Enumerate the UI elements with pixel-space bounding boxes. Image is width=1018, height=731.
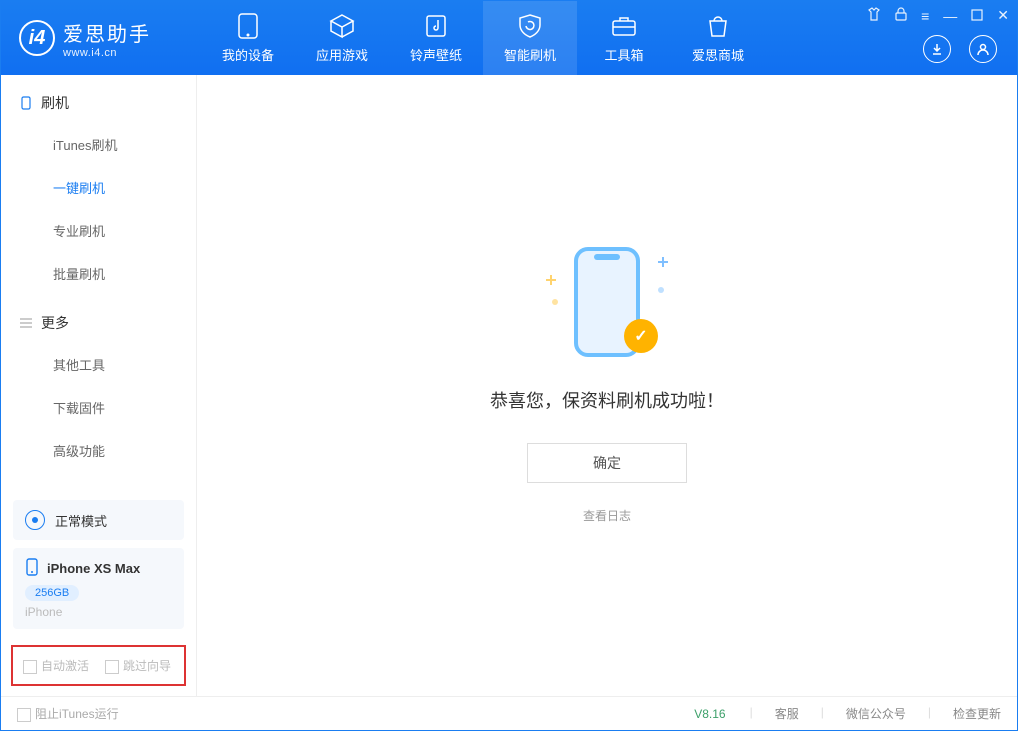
- device-phone-icon: [25, 558, 39, 579]
- device-card[interactable]: iPhone XS Max 256GB iPhone: [13, 548, 184, 629]
- user-icon[interactable]: [969, 35, 997, 63]
- cube-icon: [329, 13, 355, 39]
- phone-notch: [594, 254, 620, 260]
- main-nav: 我的设备 应用游戏 铃声壁纸 智能刷机 工具箱 爱思商城: [201, 1, 765, 75]
- nav-ringtones-wallpapers[interactable]: 铃声壁纸: [389, 1, 483, 75]
- sidebar-item-download-firmware[interactable]: 下载固件: [1, 386, 196, 429]
- success-message: 恭喜您，保资料刷机成功啦！: [490, 387, 724, 413]
- close-button[interactable]: ✕: [997, 7, 1009, 24]
- app-window: i4 爱思助手 www.i4.cn 我的设备 应用游戏 铃声壁纸 智能刷机: [0, 0, 1018, 731]
- highlighted-options: 自动激活 跳过向导: [11, 645, 186, 686]
- nav-apps-games[interactable]: 应用游戏: [295, 1, 389, 75]
- sidebar: 刷机 iTunes刷机 一键刷机 专业刷机 批量刷机 更多 其他工具 下载固件 …: [1, 75, 197, 696]
- version-label: V8.16: [694, 707, 725, 721]
- maximize-button[interactable]: [971, 8, 983, 24]
- device-icon: [235, 13, 261, 39]
- link-support[interactable]: 客服: [775, 705, 799, 722]
- minimize-button[interactable]: —: [943, 8, 957, 24]
- titlebar: i4 爱思助手 www.i4.cn 我的设备 应用游戏 铃声壁纸 智能刷机: [1, 1, 1017, 75]
- sidebar-item-other-tools[interactable]: 其他工具: [1, 343, 196, 386]
- list-icon: [19, 316, 33, 330]
- success-illustration: ✓: [552, 247, 662, 357]
- sidebar-item-batch-flash[interactable]: 批量刷机: [1, 252, 196, 295]
- checkbox-auto-activate[interactable]: 自动激活: [23, 657, 89, 674]
- nav-smart-flash[interactable]: 智能刷机: [483, 1, 577, 75]
- sparkle-icon: [658, 257, 668, 267]
- logo-icon: i4: [19, 20, 55, 56]
- nav-toolbox[interactable]: 工具箱: [577, 1, 671, 75]
- lock-icon[interactable]: [895, 7, 907, 24]
- link-wechat[interactable]: 微信公众号: [846, 705, 906, 722]
- app-name-en: www.i4.cn: [63, 47, 151, 59]
- nav-store[interactable]: 爱思商城: [671, 1, 765, 75]
- check-badge-icon: ✓: [624, 319, 658, 353]
- sidebar-item-itunes-flash[interactable]: iTunes刷机: [1, 123, 196, 166]
- mode-card[interactable]: 正常模式: [13, 500, 184, 540]
- app-logo: i4 爱思助手 www.i4.cn: [1, 18, 201, 59]
- download-icon[interactable]: [923, 35, 951, 63]
- main-panel: ✓ 恭喜您，保资料刷机成功啦！ 确定 查看日志: [197, 75, 1017, 696]
- view-log-link[interactable]: 查看日志: [583, 507, 631, 524]
- shield-refresh-icon: [517, 13, 543, 39]
- sidebar-item-pro-flash[interactable]: 专业刷机: [1, 209, 196, 252]
- shirt-icon[interactable]: [867, 7, 881, 24]
- checkbox-skip-guide[interactable]: 跳过向导: [105, 657, 171, 674]
- menu-icon[interactable]: ≡: [921, 8, 929, 24]
- device-name: iPhone XS Max: [47, 561, 140, 576]
- status-links: | 客服 | 微信公众号 | 检查更新: [750, 705, 1001, 722]
- account-icons: [923, 35, 997, 63]
- link-check-update[interactable]: 检查更新: [953, 705, 1001, 722]
- window-controls: ≡ — ✕: [867, 7, 1009, 24]
- sidebar-item-advanced[interactable]: 高级功能: [1, 429, 196, 472]
- app-body: 刷机 iTunes刷机 一键刷机 专业刷机 批量刷机 更多 其他工具 下载固件 …: [1, 75, 1017, 696]
- device-type: iPhone: [25, 605, 172, 619]
- nav-my-device[interactable]: 我的设备: [201, 1, 295, 75]
- sidebar-group-flash: 刷机: [1, 75, 196, 123]
- music-note-icon: [423, 13, 449, 39]
- statusbar: 阻止iTunes运行 V8.16 | 客服 | 微信公众号 | 检查更新: [1, 696, 1017, 730]
- mode-label: 正常模式: [55, 511, 107, 530]
- bag-icon: [705, 13, 731, 39]
- phone-icon: [19, 96, 33, 110]
- sidebar-group-more: 更多: [1, 295, 196, 343]
- toolbox-icon: [611, 13, 637, 39]
- sparkle-icon: [546, 275, 556, 285]
- device-capacity: 256GB: [25, 585, 79, 601]
- sidebar-item-one-key-flash[interactable]: 一键刷机: [1, 166, 196, 209]
- dot-icon: [552, 299, 558, 305]
- mode-indicator-icon: [25, 510, 45, 530]
- app-name-cn: 爱思助手: [63, 18, 151, 47]
- ok-button[interactable]: 确定: [527, 443, 687, 483]
- dot-icon: [658, 287, 664, 293]
- checkbox-block-itunes[interactable]: 阻止iTunes运行: [17, 705, 119, 722]
